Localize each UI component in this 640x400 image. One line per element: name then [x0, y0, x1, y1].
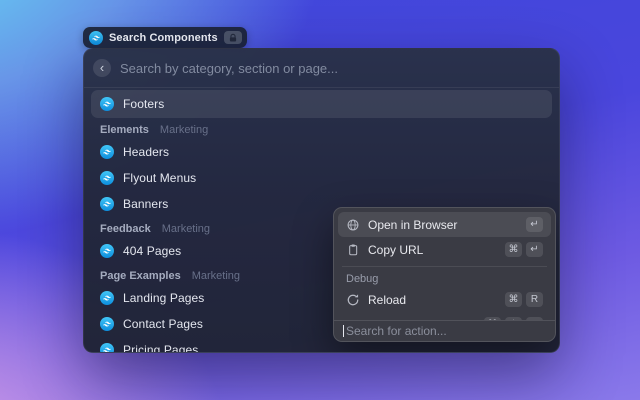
action-item-reload[interactable]: Reload ⌘ R	[338, 287, 551, 312]
tailwind-logo-icon	[100, 291, 114, 305]
key-command: ⌘	[505, 292, 522, 307]
list-item-label: Pricing Pages	[123, 343, 198, 353]
section-subtitle: Marketing	[162, 223, 210, 235]
hotkey-pill[interactable]: Search Components	[83, 27, 247, 48]
section-subtitle: Marketing	[160, 124, 208, 136]
action-item-label: Copy URL	[368, 243, 497, 257]
action-panel: Open in Browser ↵ Copy URL ⌘	[333, 207, 556, 342]
action-item-copy-url[interactable]: Copy URL ⌘ ↵	[338, 237, 551, 262]
reload-icon	[346, 293, 360, 307]
search-bar: ‹	[84, 49, 559, 87]
tailwind-logo-icon	[100, 145, 114, 159]
section-header-elements: Elements Marketing	[91, 120, 552, 139]
action-search-placeholder: Search for action...	[346, 324, 447, 338]
key-return: ↵	[526, 217, 543, 232]
key-return: ↵	[526, 242, 543, 257]
action-search-field[interactable]: Search for action...	[334, 320, 555, 341]
hotkey-pill-label: Search Components	[109, 32, 218, 44]
list-item-label: 404 Pages	[123, 244, 181, 258]
list-item-label: Contact Pages	[123, 317, 203, 331]
shortcut-keys: ⌘ R	[505, 292, 543, 307]
section-subtitle: Marketing	[192, 270, 240, 282]
tailwind-logo-icon	[89, 31, 103, 45]
tailwind-logo-icon	[100, 317, 114, 331]
action-item-open-in-browser[interactable]: Open in Browser ↵	[338, 212, 551, 237]
list-item-headers[interactable]: Headers	[91, 139, 552, 165]
clipboard-icon	[346, 243, 360, 257]
section-title: Elements	[100, 124, 149, 136]
list-item-label: Flyout Menus	[123, 171, 196, 185]
list-item-footers[interactable]: Footers	[91, 90, 552, 118]
desktop-background: Search Components ‹ Footers Elements Mar…	[0, 0, 640, 400]
tailwind-logo-icon	[100, 244, 114, 258]
list-item-label: Headers	[123, 145, 169, 159]
tailwind-logo-icon	[100, 97, 114, 111]
section-title: Feedback	[100, 223, 151, 235]
list-item-label: Footers	[123, 97, 164, 111]
key-r: R	[526, 292, 543, 307]
search-input[interactable]	[120, 61, 547, 76]
list-item-label: Landing Pages	[123, 291, 204, 305]
tailwind-logo-icon	[100, 343, 114, 353]
action-item-label: Open in Browser	[368, 218, 518, 232]
shortcut-keys: ⌘ ↵	[505, 242, 543, 257]
tailwind-logo-icon	[100, 197, 114, 211]
list-item-flyout-menus[interactable]: Flyout Menus	[91, 165, 552, 191]
command-palette-window: ‹ Footers Elements Marketing Headers Fly…	[83, 48, 560, 353]
tailwind-logo-icon	[100, 171, 114, 185]
debug-section-header: Debug	[338, 271, 551, 287]
action-item-label: Reload	[368, 293, 497, 307]
divider	[342, 266, 547, 267]
shortcut-keys: ↵	[526, 217, 543, 232]
list-item-label: Banners	[123, 197, 168, 211]
chevron-left-icon: ‹	[100, 59, 104, 76]
back-button[interactable]: ‹	[93, 59, 111, 77]
section-title: Page Examples	[100, 270, 181, 282]
globe-icon	[346, 218, 360, 232]
text-cursor	[343, 325, 344, 337]
lock-icon	[224, 31, 242, 44]
action-panel-rows: Open in Browser ↵ Copy URL ⌘	[334, 208, 555, 322]
key-command: ⌘	[505, 242, 522, 257]
